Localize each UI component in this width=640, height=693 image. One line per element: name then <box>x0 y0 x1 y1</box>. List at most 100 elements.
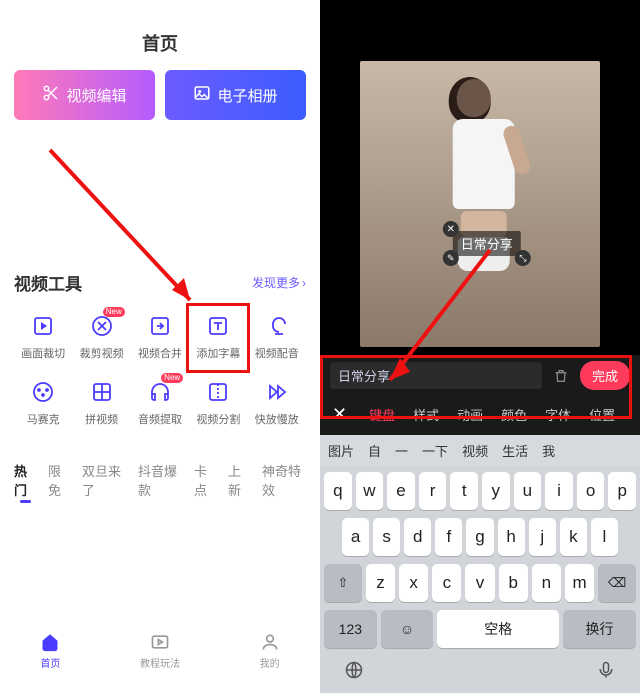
tool-collage[interactable]: 拼视频 <box>72 373 130 433</box>
tool-audio-extract[interactable]: New音频提取 <box>131 373 189 433</box>
suggestion[interactable]: 自 <box>368 441 381 460</box>
suggestion[interactable]: 视频 <box>462 441 488 460</box>
style-tab-pos[interactable]: 位置 <box>589 405 615 424</box>
tool-crop[interactable]: 画面裁切 <box>14 307 72 367</box>
key-c[interactable]: c <box>432 564 461 602</box>
key-f[interactable]: f <box>435 518 462 556</box>
suggestion[interactable]: 图片 <box>328 441 354 460</box>
key-emoji[interactable]: ☺ <box>381 610 434 648</box>
key-123[interactable]: 123 <box>324 610 377 648</box>
split-icon <box>205 379 231 405</box>
nav-home[interactable]: 首页 <box>39 631 61 670</box>
done-button[interactable]: 完成 <box>580 361 630 390</box>
suggestion[interactable]: 我 <box>542 441 555 460</box>
keyboard-footer <box>324 656 636 685</box>
suggestion[interactable]: 生活 <box>502 441 528 460</box>
key-z[interactable]: z <box>366 564 395 602</box>
caption-input-row: 完成 <box>320 355 640 396</box>
trash-icon[interactable] <box>550 368 572 384</box>
home-icon <box>39 631 61 653</box>
key-m[interactable]: m <box>565 564 594 602</box>
close-icon[interactable]: ✕ <box>332 404 347 425</box>
person-icon <box>259 631 281 653</box>
mic-icon <box>264 313 290 339</box>
tool-speed[interactable]: 快放慢放 <box>248 373 306 433</box>
mic-icon[interactable] <box>596 660 616 685</box>
caption-scale-icon[interactable]: ⤡ <box>515 250 531 266</box>
style-tab-anim[interactable]: 动画 <box>457 405 483 424</box>
key-t[interactable]: t <box>450 472 478 510</box>
style-tab-color[interactable]: 颜色 <box>501 405 527 424</box>
merge-icon <box>147 313 173 339</box>
key-e[interactable]: e <box>387 472 415 510</box>
key-l[interactable]: l <box>591 518 618 556</box>
key-y[interactable]: y <box>482 472 510 510</box>
album-label: 电子相册 <box>217 85 277 106</box>
mosaic-icon <box>30 379 56 405</box>
nav-profile[interactable]: 我的 <box>259 631 281 670</box>
nav-tutorial[interactable]: 教程玩法 <box>140 631 180 670</box>
subtitle-editor-screen: ✕ ✎ ⤡ 日常分享 完成 ✕ 键盘 样式 动画 颜色 字体 位置 图片 自 一… <box>320 0 640 688</box>
album-button[interactable]: 电子相册 <box>165 70 306 120</box>
tool-subtitle[interactable]: 添加字幕 <box>189 307 247 367</box>
key-enter[interactable]: 换行 <box>563 610 636 648</box>
tool-merge[interactable]: 视频合并 <box>131 307 189 367</box>
tool-split[interactable]: 视频分割 <box>189 373 247 433</box>
key-x[interactable]: x <box>399 564 428 602</box>
caption-delete-icon[interactable]: ✕ <box>443 221 459 237</box>
key-a[interactable]: a <box>342 518 369 556</box>
page-title: 首页 <box>14 30 306 56</box>
key-n[interactable]: n <box>532 564 561 602</box>
tool-trim[interactable]: New裁剪视频 <box>72 307 130 367</box>
key-b[interactable]: b <box>499 564 528 602</box>
caption-overlay[interactable]: ✕ ✎ ⤡ 日常分享 <box>453 231 521 256</box>
key-q[interactable]: q <box>324 472 352 510</box>
suggestion[interactable]: 一下 <box>422 441 448 460</box>
suggestion[interactable]: 一 <box>395 441 408 460</box>
chevron-right-icon: › <box>302 276 306 290</box>
key-p[interactable]: p <box>608 472 636 510</box>
key-v[interactable]: v <box>465 564 494 602</box>
tab-holiday[interactable]: 双旦来了 <box>82 461 126 499</box>
new-badge: New <box>103 307 125 317</box>
key-space[interactable]: 空格 <box>437 610 559 648</box>
bottom-nav: 首页 教程玩法 我的 <box>0 631 320 670</box>
video-edit-label: 视频编辑 <box>66 85 126 106</box>
key-g[interactable]: g <box>466 518 493 556</box>
tool-mosaic[interactable]: 马赛克 <box>14 373 72 433</box>
tab-fx[interactable]: 神奇特效 <box>262 461 306 499</box>
key-backspace[interactable]: ⌫ <box>598 564 636 602</box>
key-i[interactable]: i <box>545 472 573 510</box>
play-icon <box>149 631 171 653</box>
speed-icon <box>264 379 290 405</box>
key-s[interactable]: s <box>373 518 400 556</box>
video-edit-button[interactable]: 视频编辑 <box>14 70 155 120</box>
key-h[interactable]: h <box>498 518 525 556</box>
key-w[interactable]: w <box>356 472 384 510</box>
collage-icon <box>89 379 115 405</box>
key-k[interactable]: k <box>560 518 587 556</box>
caption-edit-icon[interactable]: ✎ <box>443 250 459 266</box>
tab-kadian[interactable]: 卡点 <box>194 461 216 499</box>
key-u[interactable]: u <box>514 472 542 510</box>
key-r[interactable]: r <box>419 472 447 510</box>
key-shift[interactable]: ⇧ <box>324 564 362 602</box>
preview-frame[interactable]: ✕ ✎ ⤡ 日常分享 <box>360 61 600 347</box>
tool-dub[interactable]: 视频配音 <box>248 307 306 367</box>
tab-new[interactable]: 上新 <box>228 461 250 499</box>
arrow-to-subtitle <box>50 150 220 325</box>
caption-text-input[interactable] <box>330 362 542 389</box>
tab-douyin[interactable]: 抖音爆款 <box>138 461 182 499</box>
style-tab-style[interactable]: 样式 <box>413 405 439 424</box>
new-badge: New <box>161 373 183 383</box>
key-j[interactable]: j <box>529 518 556 556</box>
tab-hot[interactable]: 热门 <box>14 461 36 499</box>
style-tab-keyboard[interactable]: 键盘 <box>369 405 395 424</box>
key-o[interactable]: o <box>577 472 605 510</box>
tab-free[interactable]: 限免 <box>48 461 70 499</box>
more-link[interactable]: 发现更多› <box>252 274 306 291</box>
style-tab-font[interactable]: 字体 <box>545 405 571 424</box>
key-d[interactable]: d <box>404 518 431 556</box>
section-head: 视频工具 发现更多› <box>14 270 306 295</box>
globe-icon[interactable] <box>344 660 364 685</box>
